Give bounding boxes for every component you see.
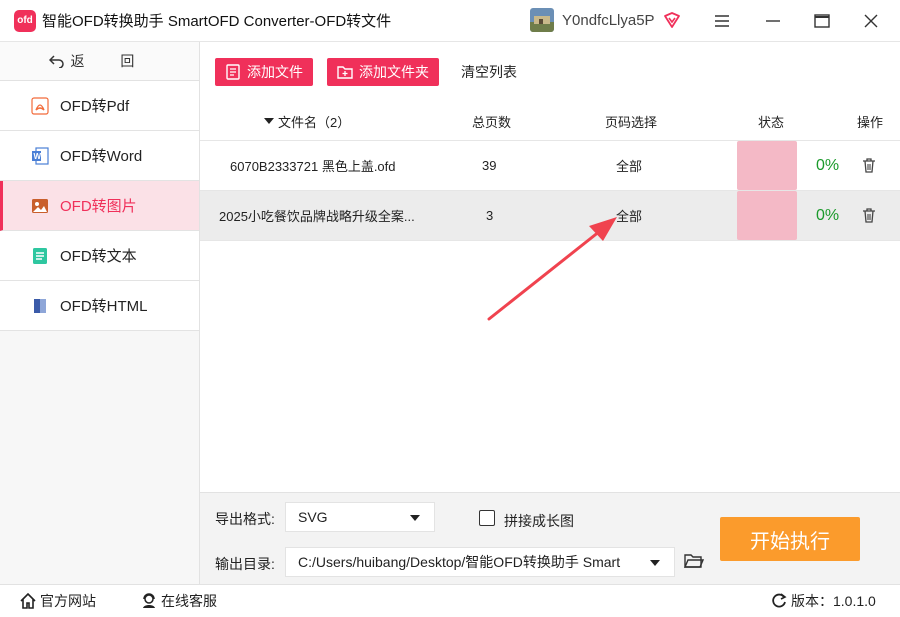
clear-list-button[interactable]: 清空列表 — [461, 62, 517, 82]
menu-icon[interactable] — [709, 8, 735, 34]
folder-icon[interactable] — [683, 553, 705, 572]
title-bar: ofd 智能OFD转换助手 SmartOFD Converter-OFD转文件 … — [0, 0, 900, 42]
add-file-icon — [226, 64, 240, 80]
status-bar: 官方网站 在线客服 版本：1.0.1.0 — [0, 584, 900, 617]
minimize-icon[interactable] — [760, 8, 786, 34]
start-button[interactable]: 开始执行 — [720, 517, 860, 561]
username[interactable]: Y0ndfcLlya5P — [562, 12, 655, 29]
column-header-action: 操作 — [857, 114, 884, 130]
format-select[interactable]: SVG — [285, 502, 435, 532]
merge-label: 拼接成长图 — [504, 513, 574, 529]
output-dir-select[interactable]: C:/Users/huibang/Desktop/智能OFD转换助手 Smart — [285, 547, 675, 577]
page-range-select[interactable]: 全部 — [616, 191, 642, 240]
support-icon — [143, 593, 155, 608]
merge-checkbox[interactable] — [479, 510, 495, 526]
page-range-select[interactable]: 全部 — [616, 141, 642, 190]
progress-percent: 0% — [816, 156, 840, 174]
add-folder-label: 添加文件夹 — [359, 64, 429, 80]
back-button[interactable]: 返 回 — [0, 42, 199, 81]
back-arrow-icon — [48, 55, 64, 68]
maximize-icon[interactable] — [809, 8, 835, 34]
file-name: 2025小吃餐饮品牌战略升级全案... — [219, 209, 415, 224]
app-window: ofd 智能OFD转换助手 SmartOFD Converter-OFD转文件 … — [0, 0, 900, 617]
sidebar-item-text[interactable]: OFD转文本 — [0, 231, 199, 281]
sidebar-item-label: OFD转文本 — [60, 248, 137, 265]
sort-down-icon — [264, 118, 274, 124]
sidebar-item-label: OFD转HTML — [60, 298, 148, 315]
sidebar-item-label: OFD转Pdf — [60, 98, 130, 115]
support-link[interactable]: 在线客服 — [141, 591, 217, 611]
sidebar-item-label: OFD转Word — [60, 148, 143, 165]
page-count: 39 — [482, 158, 497, 173]
close-icon[interactable] — [858, 8, 884, 34]
html-icon — [30, 296, 50, 316]
version-info[interactable]: 版本：1.0.1.0 — [771, 591, 876, 611]
avatar[interactable] — [530, 8, 554, 32]
word-icon: W — [30, 146, 50, 166]
back-label: 返 回 — [70, 53, 151, 69]
sidebar-item-word[interactable]: W OFD转Word — [0, 131, 199, 181]
column-header-status: 状态 — [758, 114, 785, 130]
website-link[interactable]: 官方网站 — [20, 591, 96, 611]
settings-panel: 导出格式: SVG 拼接成长图 输出目录: C:/Users/huibang/D… — [200, 492, 900, 584]
delete-icon[interactable] — [862, 191, 876, 240]
sidebar-item-pdf[interactable]: OFD转Pdf — [0, 81, 199, 131]
window-title: 智能OFD转换助手 SmartOFD Converter-OFD转文件 — [42, 13, 392, 30]
add-folder-icon — [337, 66, 353, 79]
sidebar-item-html[interactable]: OFD转HTML — [0, 281, 199, 331]
vip-icon[interactable] — [663, 11, 681, 29]
format-label: 导出格式: — [215, 511, 275, 527]
table-header: 文件名（2） 总页数 页码选择 状态 操作 — [200, 102, 900, 141]
file-name: 6070B2333721 黑色上盖.ofd — [230, 159, 396, 174]
progress-percent: 0% — [816, 206, 840, 224]
pdf-icon — [30, 96, 50, 116]
svg-text:W: W — [34, 152, 42, 161]
user-area[interactable]: Y0ndfcLlya5P — [530, 8, 681, 32]
text-icon — [30, 246, 50, 266]
add-file-label: 添加文件 — [247, 64, 303, 80]
home-icon — [20, 593, 36, 609]
column-header-filename[interactable]: 文件名（2） — [264, 102, 350, 140]
page-count: 3 — [486, 208, 494, 223]
delete-icon[interactable] — [862, 141, 876, 190]
add-file-button[interactable]: 添加文件 — [215, 58, 313, 86]
table-row[interactable]: 2025小吃餐饮品牌战略升级全案... 3 全部 0% — [200, 191, 900, 241]
sidebar: 返 回 OFD转Pdf W OFD转Word OFD转图片 OFD转文本 OFD… — [0, 42, 200, 584]
chevron-down-icon — [650, 560, 660, 566]
output-label: 输出目录: — [215, 556, 275, 572]
column-header-range: 页码选择 — [605, 114, 658, 130]
image-icon — [30, 196, 50, 216]
chevron-down-icon — [410, 515, 420, 521]
main-panel: 添加文件 添加文件夹 清空列表 文件名（2） 总页数 页码选择 状态 操作 60… — [200, 42, 900, 492]
sidebar-item-label: OFD转图片 — [60, 198, 137, 215]
sidebar-item-image[interactable]: OFD转图片 — [0, 181, 199, 231]
add-folder-button[interactable]: 添加文件夹 — [327, 58, 439, 86]
table-row[interactable]: 6070B2333721 黑色上盖.ofd 39 全部 0% — [200, 141, 900, 191]
app-logo: ofd — [14, 9, 36, 32]
column-header-pages: 总页数 — [472, 114, 512, 130]
refresh-icon — [772, 593, 787, 608]
toolbar: 添加文件 添加文件夹 清空列表 — [200, 42, 900, 102]
